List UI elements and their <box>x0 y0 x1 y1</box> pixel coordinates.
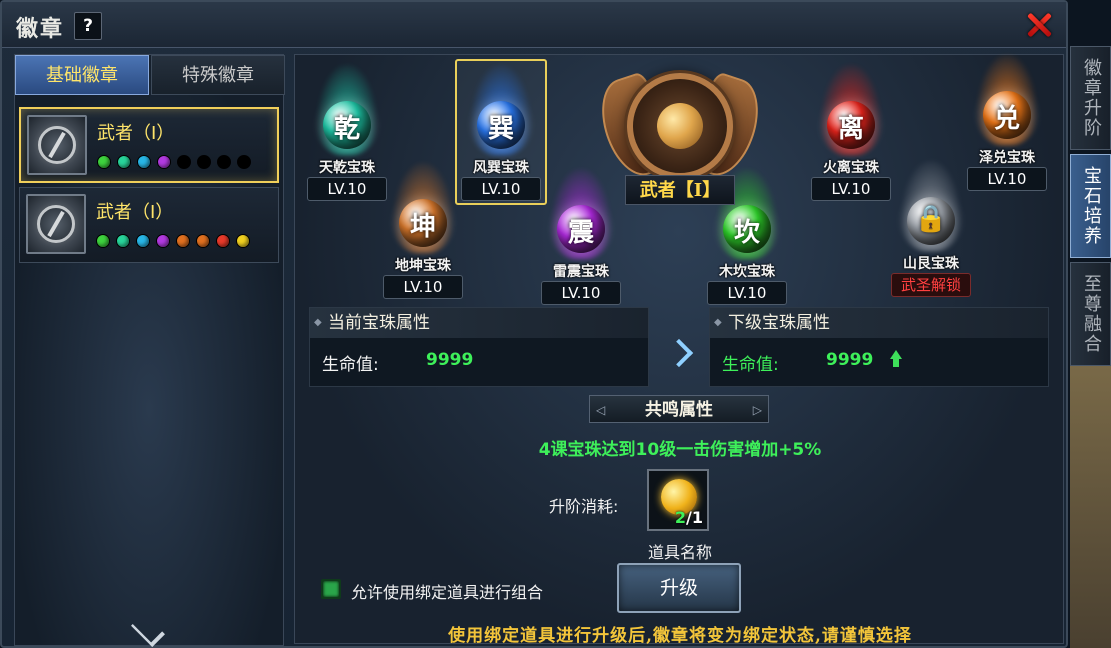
background-scene <box>1070 360 1111 648</box>
gem-name: 风巽宝珠 <box>473 160 529 176</box>
chevron-right-icon <box>667 341 691 365</box>
gem-level: LV.10 <box>461 177 541 201</box>
arrow-up-icon <box>890 350 902 368</box>
lock-icon: 🔒 <box>914 204 948 234</box>
badge-sword-icon <box>27 115 87 175</box>
gem-level: LV.10 <box>707 281 787 305</box>
gem-name: 泽兑宝珠 <box>979 150 1035 166</box>
badge-list-item[interactable]: 武者（I） <box>19 107 279 183</box>
next-attr-title: 下级宝珠属性 <box>710 308 1048 338</box>
badge-name: 武者（I） <box>96 202 174 223</box>
gem-dot <box>137 155 151 169</box>
bind-warning: 使用绑定道具进行升级后,徽章将变为绑定状态,请谨慎选择 <box>448 626 912 646</box>
checkbox-label: 允许使用绑定道具进行组合 <box>351 583 544 602</box>
gem-dot <box>216 234 230 248</box>
next-attr-box: 下级宝珠属性 生命值: 9999 <box>709 307 1049 387</box>
gem-dot <box>136 234 150 248</box>
cost-item-slot[interactable]: 2/1 <box>647 469 709 531</box>
gem-unlock-requirement: 武圣解锁 <box>891 273 971 297</box>
gem-dot <box>237 155 251 169</box>
side-tab-gem-cultivate[interactable]: 宝石培养 <box>1070 154 1111 258</box>
gem-dots <box>96 234 250 248</box>
gem-dot <box>176 234 190 248</box>
side-tab-supreme-fusion[interactable]: 至尊融合 <box>1070 262 1111 366</box>
badge-list-panel: 基础徽章 特殊徽章 武者（I） 武者（I） <box>14 54 285 646</box>
gem-level: LV.10 <box>967 167 1047 191</box>
current-attr-box: 当前宝珠属性 生命值: 9999 <box>309 307 649 387</box>
gem-dot <box>96 234 110 248</box>
badge-sword-icon <box>26 194 86 254</box>
tab-special-badge[interactable]: 特殊徽章 <box>151 55 285 95</box>
gem-dot <box>116 234 130 248</box>
current-attr-title: 当前宝珠属性 <box>310 308 648 338</box>
resonance-text: 4课宝珠达到10级一击伤害增加+5% <box>538 440 822 460</box>
help-button[interactable]: ? <box>74 12 102 40</box>
badge-window: 徽章 ? 基础徽章 特殊徽章 武者（I） 武者（I） 乾 天乾宝珠 LV.10 … <box>0 0 1068 648</box>
cost-quantity: 2/1 <box>674 508 703 527</box>
gem-level: LV.10 <box>541 281 621 305</box>
title-bar: 徽章 ? <box>2 2 1066 48</box>
tab-basic-badge[interactable]: 基础徽章 <box>15 55 149 95</box>
gem-dot <box>197 155 211 169</box>
badge-name: 武者（I） <box>97 123 175 144</box>
attr-value: 9999 <box>826 350 874 370</box>
gem-name: 山艮宝珠 <box>903 256 959 272</box>
side-tab-badge-upgrade[interactable]: 徽章升阶 <box>1070 46 1111 150</box>
gem-name: 天乾宝珠 <box>319 160 375 176</box>
gem-dot <box>196 234 210 248</box>
cost-label: 升阶消耗: <box>549 497 619 516</box>
badge-list-item[interactable]: 武者（I） <box>19 187 279 263</box>
gem-dot <box>97 155 111 169</box>
emblem-label: 武者【I】 <box>625 175 735 205</box>
bound-item-checkbox[interactable] <box>321 579 341 599</box>
gem-level: LV.10 <box>811 177 891 201</box>
chevron-down-icon[interactable] <box>127 621 171 643</box>
gem-dot <box>236 234 250 248</box>
gem-panel: 乾 天乾宝珠 LV.10 巽 风巽宝珠 LV.10 离 火离宝珠 LV.10 兑… <box>294 54 1064 646</box>
gem-dot <box>217 155 231 169</box>
upgrade-button[interactable]: 升级 <box>617 563 741 613</box>
gem-dot <box>177 155 191 169</box>
attr-label: 生命值: <box>722 355 779 375</box>
gem-dot <box>156 234 170 248</box>
cost-item-name: 道具名称 <box>647 543 712 562</box>
attr-value: 9999 <box>426 350 474 370</box>
gem-name: 火离宝珠 <box>823 160 879 176</box>
gem-level: LV.10 <box>383 275 463 299</box>
resonance-title: 共鸣属性 <box>589 395 769 424</box>
gem-name: 木坎宝珠 <box>719 264 775 280</box>
gem-dots <box>97 155 251 169</box>
gem-level: LV.10 <box>307 177 387 201</box>
close-icon[interactable] <box>1022 8 1056 42</box>
gem-name: 地坤宝珠 <box>395 258 451 274</box>
gem-name: 雷震宝珠 <box>553 264 609 280</box>
window-title: 徽章 <box>16 16 65 42</box>
gem-dot <box>157 155 171 169</box>
gem-dot <box>117 155 131 169</box>
attr-label: 生命值: <box>322 355 379 375</box>
